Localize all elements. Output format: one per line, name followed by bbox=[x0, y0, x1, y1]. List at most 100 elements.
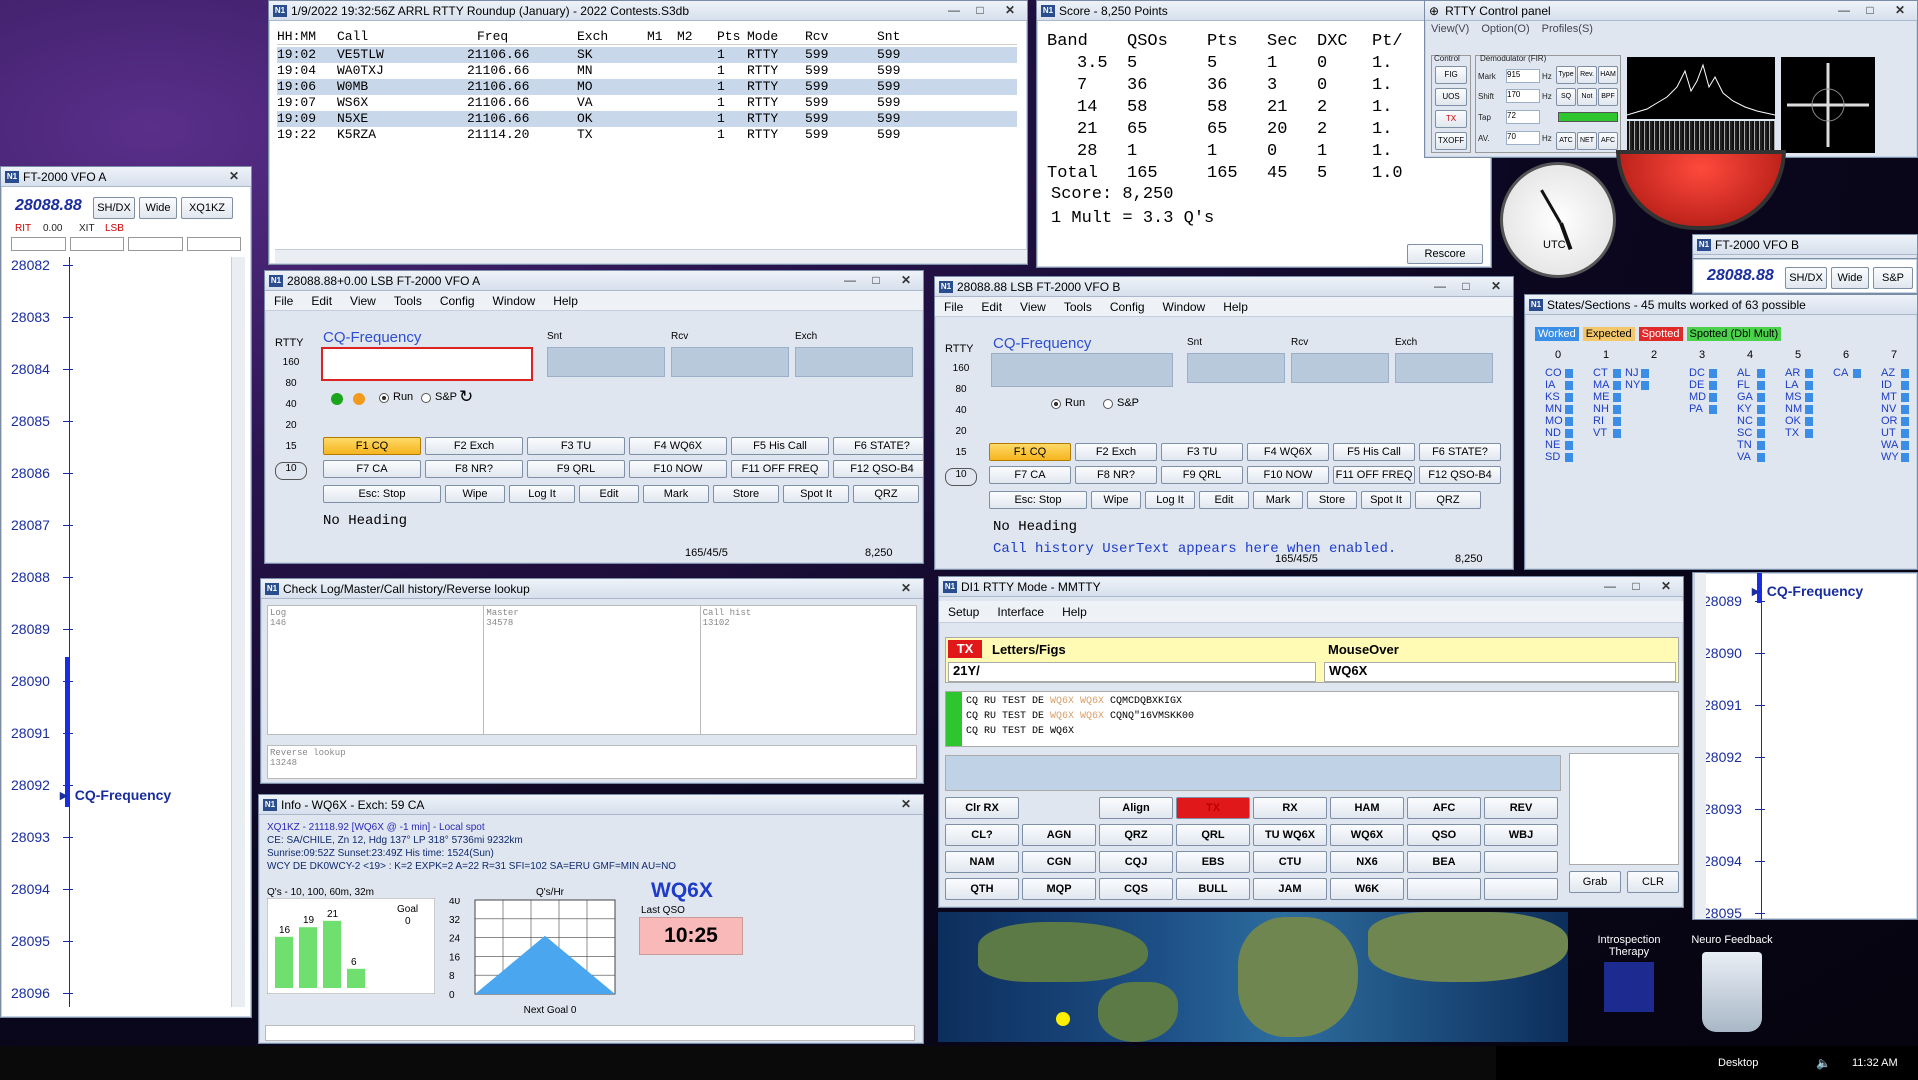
shift-select[interactable]: 170 bbox=[1506, 89, 1540, 103]
rttycp-titlebar[interactable]: ⊕ RTTY Control panel — □ ✕ bbox=[1425, 1, 1917, 21]
band-button[interactable]: 40 bbox=[945, 405, 977, 423]
check-titlebar[interactable]: N1 Check Log/Master/Call history/Reverse … bbox=[261, 579, 923, 599]
ctrl-button[interactable]: Mark bbox=[1253, 491, 1303, 509]
macro-button[interactable]: Clr RX bbox=[945, 797, 1019, 819]
maximize-icon[interactable]: □ bbox=[1857, 3, 1883, 19]
fkey-button[interactable]: F10 NOW bbox=[1247, 466, 1329, 484]
fkey-button[interactable]: F8 NR? bbox=[1075, 466, 1157, 484]
close-icon[interactable]: ✕ bbox=[889, 797, 923, 813]
col-header[interactable]: Freq bbox=[477, 29, 508, 44]
table-row[interactable]: 19:09 N5XE 21106.66 OK 1 RTTY 599 599 bbox=[277, 111, 1017, 127]
fkey-button[interactable]: F5 His Call bbox=[731, 437, 829, 455]
fkey-button[interactable]: F6 STATE? bbox=[833, 437, 923, 455]
ctrl-button[interactable]: Wipe bbox=[445, 485, 505, 503]
rev-button[interactable]: Rev. bbox=[1577, 66, 1597, 84]
macro-button[interactable]: CTU bbox=[1253, 851, 1327, 873]
fkey-button[interactable]: F12 QSO-B4 bbox=[1419, 466, 1501, 484]
shdx-button[interactable]: SH/DX bbox=[1785, 267, 1827, 289]
fkey-button[interactable]: F5 His Call bbox=[1333, 443, 1415, 461]
band-button[interactable]: 20 bbox=[275, 420, 307, 438]
fkey-button[interactable]: F1 CQ bbox=[989, 443, 1071, 461]
macro-button[interactable]: HAM bbox=[1330, 797, 1404, 819]
macro-button[interactable]: RX bbox=[1253, 797, 1327, 819]
maximize-icon[interactable]: □ bbox=[863, 273, 889, 289]
menu-config[interactable]: Config bbox=[1101, 300, 1154, 314]
minimize-icon[interactable]: — bbox=[1597, 579, 1623, 595]
maximize-icon[interactable]: □ bbox=[967, 3, 993, 19]
fkey-button[interactable]: F9 QRL bbox=[1161, 466, 1243, 484]
fkey-button[interactable]: F3 TU bbox=[1161, 443, 1243, 461]
menu-file[interactable]: File bbox=[265, 294, 302, 308]
col-header[interactable]: Exch bbox=[577, 29, 608, 44]
vfo-b-titlebar[interactable]: N1 FT-2000 VFO B bbox=[1693, 235, 1917, 255]
menu-config[interactable]: Config bbox=[431, 294, 484, 308]
macro-button[interactable]: WBJ bbox=[1484, 824, 1558, 846]
col-header[interactable]: Call bbox=[337, 29, 368, 44]
menu-view[interactable]: View(V) bbox=[1431, 23, 1469, 35]
type-button[interactable]: Type bbox=[1556, 66, 1576, 84]
callsign-input[interactable] bbox=[321, 347, 533, 381]
macro-button[interactable]: BEA bbox=[1407, 851, 1481, 873]
macro-button[interactable]: AFC bbox=[1407, 797, 1481, 819]
table-row[interactable]: 19:04 WA0TXJ 21106.66 MN 1 RTTY 599 599 bbox=[277, 63, 1017, 79]
vfo-a-scrollbar[interactable] bbox=[231, 257, 245, 1007]
rcv-input[interactable] bbox=[1291, 353, 1389, 383]
macro-button[interactable]: NAM bbox=[945, 851, 1019, 873]
grab-button[interactable]: Grab bbox=[1569, 871, 1621, 893]
ctrl-button[interactable]: Store bbox=[713, 485, 779, 503]
macro-button[interactable]: QSO bbox=[1407, 824, 1481, 846]
log-titlebar[interactable]: N1 1/9/2022 19:32:56Z ARRL RTTY Roundup (… bbox=[269, 1, 1027, 21]
tx-button[interactable]: TX bbox=[1435, 110, 1467, 128]
fkey-button[interactable]: F7 CA bbox=[323, 460, 421, 478]
uos-button[interactable]: UOS bbox=[1435, 88, 1467, 106]
states-titlebar[interactable]: N1 States/Sections - 45 mults worked of 6… bbox=[1525, 295, 1917, 315]
macro-button[interactable]: BULL bbox=[1176, 878, 1250, 900]
band-button[interactable]: 10 bbox=[275, 462, 307, 480]
info-input[interactable] bbox=[265, 1025, 915, 1041]
fkey-button[interactable]: F4 WQ6X bbox=[629, 437, 727, 455]
macro-button[interactable]: QRZ bbox=[1099, 824, 1173, 846]
net-button[interactable]: NET bbox=[1577, 132, 1597, 150]
table-row[interactable]: 19:07 WS6X 21106.66 VA 1 RTTY 599 599 bbox=[277, 95, 1017, 111]
ctrl-button[interactable]: QRZ bbox=[853, 485, 919, 503]
fig-button[interactable]: FIG bbox=[1435, 66, 1467, 84]
menu-window[interactable]: Window bbox=[1154, 300, 1215, 314]
band-button[interactable]: 40 bbox=[275, 399, 307, 417]
ham-button[interactable]: HAM bbox=[1598, 66, 1618, 84]
col-header[interactable]: Mode bbox=[747, 29, 778, 44]
macro-button[interactable]: TX bbox=[1176, 797, 1250, 819]
macro-button[interactable]: QRL bbox=[1176, 824, 1250, 846]
menu-edit[interactable]: Edit bbox=[972, 300, 1011, 314]
macro-button[interactable] bbox=[1484, 851, 1558, 873]
not-button[interactable]: Not bbox=[1577, 88, 1597, 106]
refresh-icon[interactable]: ↻ bbox=[459, 387, 473, 407]
table-row[interactable]: 19:06 W0MB 21106.66 MO 1 RTTY 599 599 bbox=[277, 79, 1017, 95]
menu-view[interactable]: View bbox=[341, 294, 385, 308]
macro-button[interactable]: REV bbox=[1484, 797, 1558, 819]
band-button[interactable]: 80 bbox=[275, 378, 307, 396]
macro-button[interactable]: CGN bbox=[1022, 851, 1096, 873]
macro-button[interactable]: TU WQ6X bbox=[1253, 824, 1327, 846]
rescore-button[interactable]: Rescore bbox=[1407, 244, 1483, 264]
macro-button[interactable] bbox=[1407, 878, 1481, 900]
menu-tools[interactable]: Tools bbox=[385, 294, 431, 308]
close-icon[interactable]: ✕ bbox=[217, 169, 251, 185]
sp-button[interactable]: S&P bbox=[1873, 267, 1913, 289]
fkey-button[interactable]: F1 CQ bbox=[323, 437, 421, 455]
fkey-button[interactable]: F7 CA bbox=[989, 466, 1071, 484]
macro-button[interactable]: Align bbox=[1099, 797, 1173, 819]
exch-input[interactable] bbox=[1395, 353, 1493, 383]
macro-button[interactable]: QTH bbox=[945, 878, 1019, 900]
band-button[interactable]: 10 bbox=[945, 468, 977, 486]
shdx-button[interactable]: SH/DX bbox=[93, 197, 135, 219]
desktop-icon-neuro[interactable]: Neuro Feedback bbox=[1682, 934, 1782, 1038]
show-desktop-toolbar[interactable]: Desktop bbox=[1718, 1057, 1758, 1069]
ctrl-button[interactable]: Spot It bbox=[1361, 491, 1411, 509]
col-header[interactable]: M2 bbox=[677, 29, 693, 44]
taskbar-clock[interactable]: 11:32 AM bbox=[1852, 1057, 1898, 1069]
exch-input[interactable] bbox=[795, 347, 913, 377]
fkey-button[interactable]: F11 OFF FREQ bbox=[1333, 466, 1415, 484]
macro-button[interactable]: EBS bbox=[1176, 851, 1250, 873]
wide-button[interactable]: Wide bbox=[139, 197, 177, 219]
close-icon[interactable]: ✕ bbox=[1883, 3, 1917, 19]
